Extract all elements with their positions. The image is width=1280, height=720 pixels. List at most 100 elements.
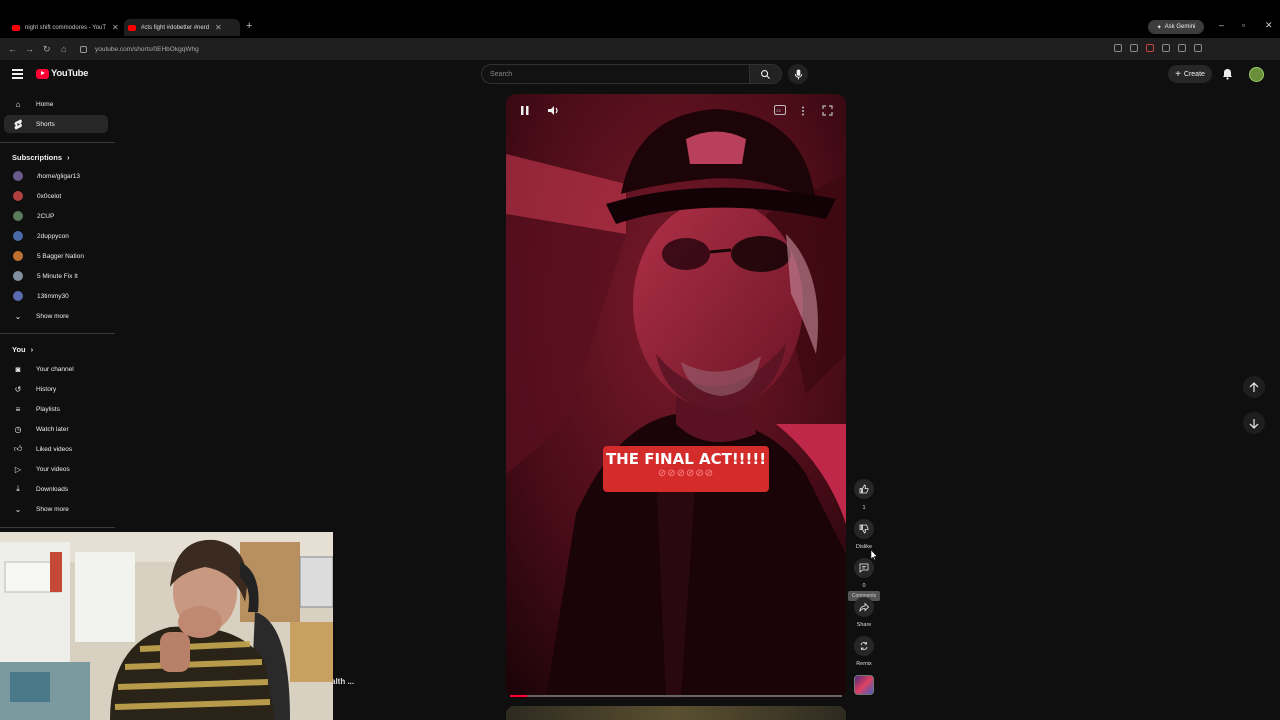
caption-title: THE FINAL ACT!!!!! bbox=[605, 450, 767, 468]
search-input[interactable]: Search bbox=[481, 64, 749, 84]
sound-remix-thumbnail[interactable] bbox=[854, 675, 874, 695]
sidebar-item-watch-later[interactable]: ◷ Watch later bbox=[4, 420, 108, 438]
home-browser-icon[interactable]: ⌂ bbox=[61, 44, 66, 54]
channel-avatar bbox=[13, 171, 23, 181]
sidebar-item-subscription[interactable]: 2CUP bbox=[4, 207, 108, 225]
thumb-down-icon bbox=[859, 524, 869, 534]
webcam-overlay bbox=[0, 532, 333, 720]
chevron-right-icon: › bbox=[67, 155, 70, 162]
new-tab-icon[interactable]: + bbox=[246, 20, 252, 32]
notifications-bell-icon[interactable] bbox=[1222, 68, 1233, 80]
divider bbox=[0, 527, 115, 528]
close-tab-icon[interactable]: ✕ bbox=[112, 23, 119, 32]
comments-count: 0 bbox=[862, 583, 866, 589]
minimize-icon[interactable]: – bbox=[1219, 20, 1224, 30]
sidebar-item-label: Shorts bbox=[36, 120, 55, 128]
video-caption-overlay: THE FINAL ACT!!!!! ⊘⊘⊘⊘⊘⊘ bbox=[603, 446, 769, 492]
search-button[interactable] bbox=[749, 64, 782, 84]
next-short-preview[interactable] bbox=[506, 706, 846, 720]
close-window-icon[interactable]: ✕ bbox=[1265, 20, 1273, 31]
back-icon[interactable]: ← bbox=[8, 44, 17, 54]
volume-icon[interactable] bbox=[547, 105, 560, 116]
share-icon bbox=[859, 602, 869, 612]
captions-icon[interactable]: cc bbox=[774, 105, 786, 115]
guide-menu-icon[interactable] bbox=[12, 69, 23, 81]
show-more-you[interactable]: ⌄ Show more bbox=[4, 500, 108, 518]
svg-text:cc: cc bbox=[776, 109, 781, 114]
tab-title: night shift commodores - YouT bbox=[25, 24, 107, 31]
pause-icon[interactable] bbox=[520, 105, 530, 116]
like-button[interactable] bbox=[854, 479, 874, 499]
forward-icon[interactable]: → bbox=[25, 44, 34, 54]
webcam-feed-image bbox=[0, 532, 333, 720]
reload-icon[interactable]: ↻ bbox=[43, 44, 51, 55]
mic-icon bbox=[794, 68, 802, 80]
puzzle-icon[interactable] bbox=[1162, 44, 1170, 52]
voice-search-button[interactable] bbox=[788, 64, 808, 84]
channel-avatar bbox=[13, 251, 23, 261]
cast-icon[interactable] bbox=[1114, 44, 1122, 52]
sidebar-item-subscription[interactable]: 0x0celot bbox=[4, 187, 108, 205]
sidebar-item-downloads[interactable]: ⤓ Downloads bbox=[4, 480, 108, 498]
plus-icon: + bbox=[1175, 68, 1181, 80]
create-button[interactable]: + Create bbox=[1168, 65, 1212, 83]
close-tab-icon[interactable]: ✕ bbox=[215, 23, 222, 32]
sidebar-item-your-videos[interactable]: ▷ Your videos bbox=[4, 460, 108, 478]
sidebar-item-subscription[interactable]: 5 Minute Fix It bbox=[4, 267, 108, 285]
shorts-video-player[interactable] bbox=[506, 94, 846, 698]
sidebar-item-subscription[interactable]: 2duppycon bbox=[4, 227, 108, 245]
subscriptions-heading[interactable]: Subscriptions › bbox=[12, 153, 69, 162]
address-bar[interactable]: youtube.com/shorts/0EHbOkgqWhg bbox=[80, 41, 1140, 57]
extension-icon[interactable] bbox=[1146, 44, 1154, 52]
shorts-icon bbox=[12, 118, 24, 130]
sidebar-item-playlists[interactable]: ≡ Playlists bbox=[4, 400, 108, 418]
share-button[interactable] bbox=[854, 597, 874, 617]
divider bbox=[0, 333, 115, 334]
progress-fill bbox=[510, 695, 527, 697]
dislike-label: Dislike bbox=[855, 544, 873, 550]
you-heading[interactable]: You › bbox=[12, 345, 33, 354]
account-avatar[interactable] bbox=[1249, 67, 1264, 82]
sidebar-item-liked-videos[interactable]: 👍︎ Liked videos bbox=[4, 440, 108, 458]
next-short-button[interactable] bbox=[1243, 412, 1265, 434]
arrow-down-icon bbox=[1249, 418, 1259, 429]
browser-tab-active[interactable]: #cts fight #dobetter #nerd ✕ bbox=[124, 19, 240, 36]
profile-icon[interactable] bbox=[1194, 44, 1202, 52]
ask-gemini-button[interactable]: ✦ Ask Gemini bbox=[1148, 20, 1204, 34]
dislike-button[interactable] bbox=[854, 519, 874, 539]
tab-title: #cts fight #dobetter #nerd bbox=[141, 24, 210, 31]
watch-later-icon: ◷ bbox=[14, 424, 22, 434]
sidebar-item-subscription[interactable]: 13timmy30 bbox=[4, 287, 108, 305]
fullscreen-icon[interactable] bbox=[822, 105, 833, 116]
sidebar-item-your-channel[interactable]: ◙ Your channel bbox=[4, 360, 108, 378]
sidebar-item-shorts[interactable]: Shorts bbox=[4, 115, 108, 133]
site-info-icon[interactable] bbox=[80, 45, 87, 53]
youtube-logo[interactable]: YouTube bbox=[36, 68, 88, 79]
bookmark-star-icon[interactable] bbox=[1130, 44, 1138, 52]
remix-button[interactable] bbox=[854, 636, 874, 656]
history-icon: ↺ bbox=[14, 384, 22, 394]
chevron-down-icon: ⌄ bbox=[14, 504, 22, 514]
sidebar-item-history[interactable]: ↺ History bbox=[4, 380, 108, 398]
arrow-up-icon bbox=[1249, 381, 1259, 392]
share-label: Share bbox=[856, 622, 872, 628]
previous-short-button[interactable] bbox=[1243, 376, 1265, 398]
show-more-subscriptions[interactable]: ⌄ Show more bbox=[4, 307, 108, 325]
restore-icon[interactable]: ▫ bbox=[1242, 20, 1245, 30]
thumb-up-icon bbox=[859, 484, 869, 494]
channel-avatar bbox=[13, 211, 23, 221]
video-progress-bar[interactable] bbox=[510, 695, 842, 697]
comments-button[interactable] bbox=[854, 558, 874, 578]
menu-icon[interactable] bbox=[1210, 44, 1218, 52]
divider bbox=[0, 142, 115, 143]
sidepanel-icon[interactable] bbox=[1178, 44, 1186, 52]
logo-text: YouTube bbox=[51, 68, 89, 79]
sidebar-item-subscription[interactable]: 5 Bagger Nation bbox=[4, 247, 108, 265]
browser-tab[interactable]: night shift commodores - YouT ✕ bbox=[12, 19, 122, 36]
more-options-icon[interactable] bbox=[801, 106, 805, 116]
sidebar-item-home[interactable]: ⌂ Home bbox=[4, 95, 108, 113]
channel-avatar bbox=[13, 291, 23, 301]
sidebar-item-subscription[interactable]: /home/gligar13 bbox=[4, 167, 108, 185]
partially-hidden-text: alth ... bbox=[331, 677, 355, 686]
video-frame-image bbox=[506, 94, 846, 698]
